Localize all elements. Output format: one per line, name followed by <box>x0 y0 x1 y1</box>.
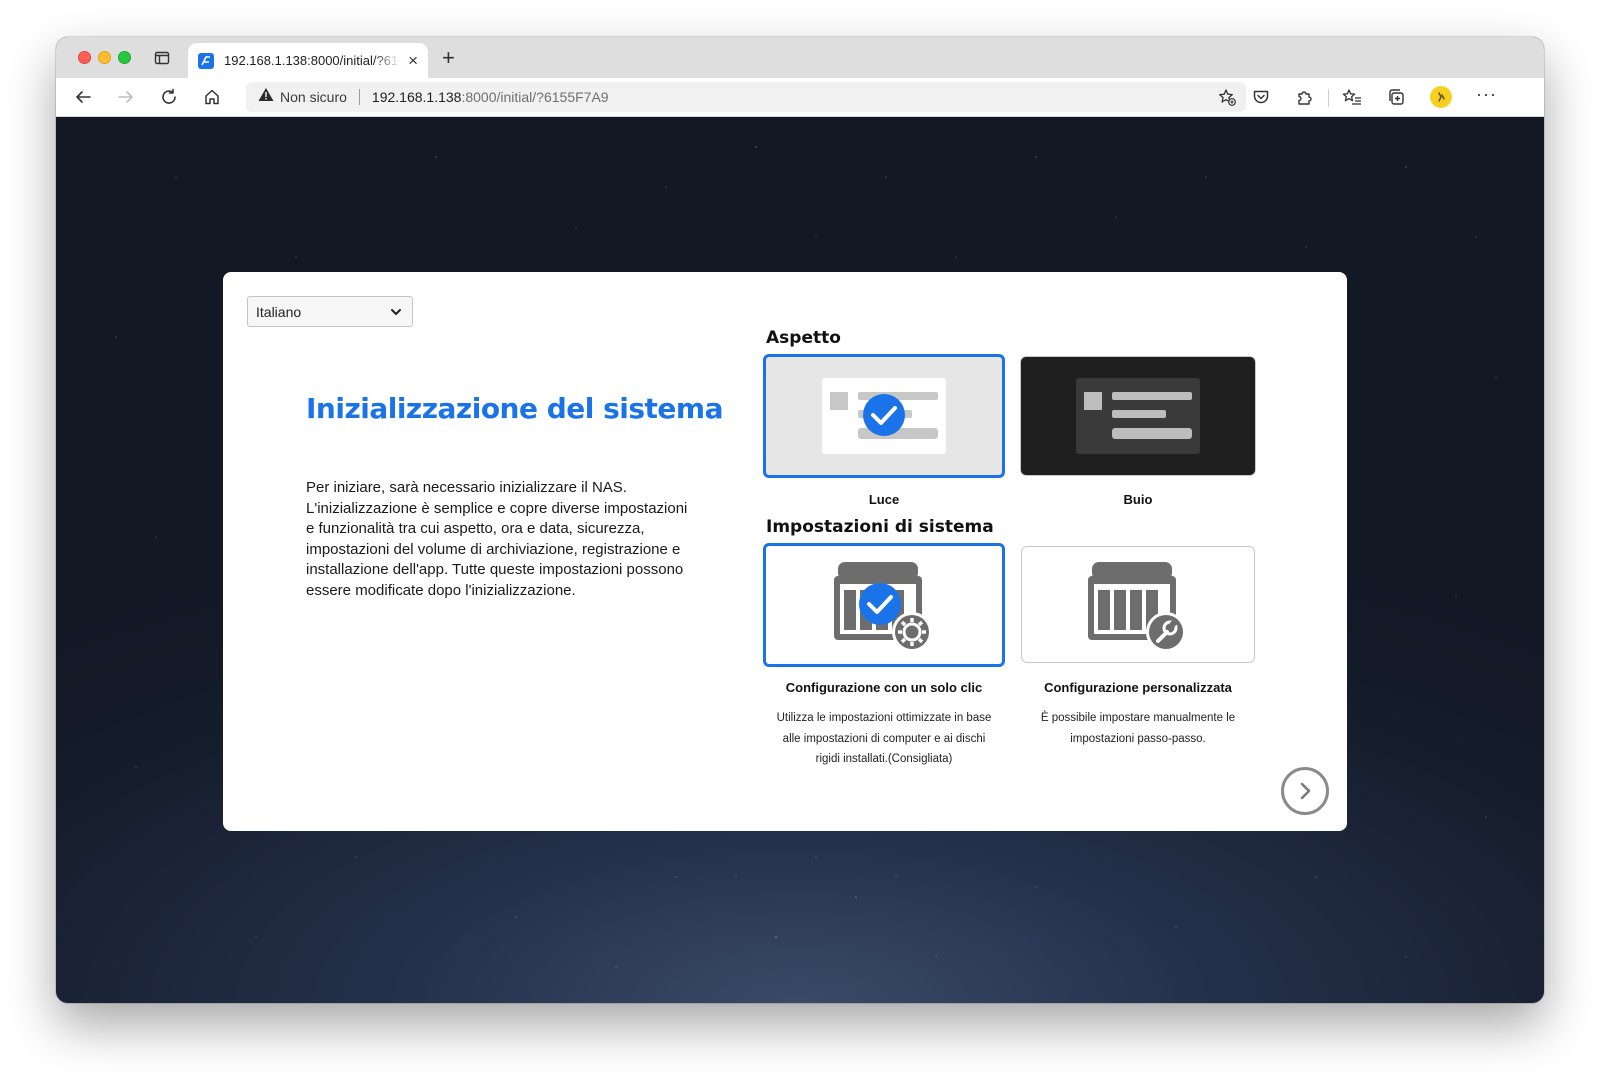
new-tab-button[interactable]: + <box>442 47 455 69</box>
system-settings-heading: Impostazioni di sistema <box>766 517 994 537</box>
intro-description: Per iniziare, sarà necessario inizializz… <box>306 479 688 599</box>
appearance-heading: Aspetto <box>766 328 841 348</box>
browser-tab[interactable]: 192.168.1.138:8000/initial/?6155F7A9 × <box>188 43 428 78</box>
security-status-label: Non sicuro <box>280 89 347 105</box>
puzzle-icon[interactable] <box>1294 87 1314 107</box>
one-click-config-option[interactable] <box>763 543 1005 667</box>
light-theme-preview-icon <box>822 378 946 454</box>
theme-dark-label: Buio <box>1123 492 1153 507</box>
chevron-down-icon <box>390 305 402 317</box>
reload-icon[interactable] <box>159 87 179 107</box>
url-path: :8000/initial/?6155F7A9 <box>461 89 609 105</box>
favorites-icon[interactable] <box>1342 87 1362 107</box>
theme-light-label: Luce <box>868 492 900 507</box>
setup-card: Italiano Inizializzazione del sistema Pe… <box>223 272 1347 831</box>
warning-icon[interactable] <box>258 87 274 107</box>
address-divider <box>358 89 360 105</box>
tab-title: 192.168.1.138:8000/initial/?6155F7A9 <box>224 53 400 68</box>
window-close-button[interactable] <box>78 51 91 64</box>
site-favicon-icon <box>198 52 214 69</box>
custom-config-option[interactable] <box>1021 546 1255 663</box>
one-click-config-label: Configurazione con un solo clic <box>785 680 983 695</box>
nas-gear-icon <box>834 562 932 652</box>
theme-dark-option[interactable] <box>1020 356 1256 476</box>
more-menu-button[interactable]: ··· <box>1476 84 1497 105</box>
pocket-icon[interactable] <box>1251 87 1271 107</box>
theme-light-option[interactable] <box>763 354 1005 478</box>
star-add-icon[interactable] <box>1218 88 1236 106</box>
collections-icon[interactable] <box>1386 87 1406 107</box>
dark-theme-preview-icon <box>1076 378 1200 454</box>
tab-actions-icon[interactable] <box>154 50 170 66</box>
tab-strip: 192.168.1.138:8000/initial/?6155F7A9 × + <box>56 37 1544 78</box>
custom-config-label: Configurazione personalizzata <box>1044 680 1232 695</box>
address-bar[interactable]: Non sicuro 192.168.1.138:8000/initial/?6… <box>246 82 1246 112</box>
window-minimize-button[interactable] <box>98 51 111 64</box>
home-icon[interactable] <box>202 87 222 107</box>
nas-wrench-icon <box>1088 561 1186 652</box>
one-click-config-description: Utilizza le impostazioni ottimizzate in … <box>776 712 992 765</box>
chevron-right-circle-icon <box>1300 782 1311 800</box>
tab-close-icon[interactable]: × <box>408 52 418 69</box>
arrow-right-icon[interactable] <box>116 87 136 107</box>
browser-toolbar: Non sicuro 192.168.1.138:8000/initial/?6… <box>56 78 1544 117</box>
browser-window: 192.168.1.138:8000/initial/?6155F7A9 × +… <box>56 37 1544 1003</box>
next-step-button[interactable] <box>1281 767 1329 815</box>
language-select[interactable]: Italiano <box>247 296 413 327</box>
page-background: Italiano Inizializzazione del sistema Pe… <box>56 117 1544 1003</box>
custom-config-description: È possibile impostare manualmente le imp… <box>1040 712 1236 745</box>
page-title: Inizializzazione del sistema <box>306 392 723 425</box>
window-maximize-button[interactable] <box>118 51 131 64</box>
toolbar-divider <box>1328 89 1329 107</box>
url-host: 192.168.1.138 <box>371 89 462 105</box>
profile-avatar[interactable] <box>1430 86 1452 108</box>
arrow-left-icon[interactable] <box>73 87 93 107</box>
language-select-value: Italiano <box>256 303 302 320</box>
